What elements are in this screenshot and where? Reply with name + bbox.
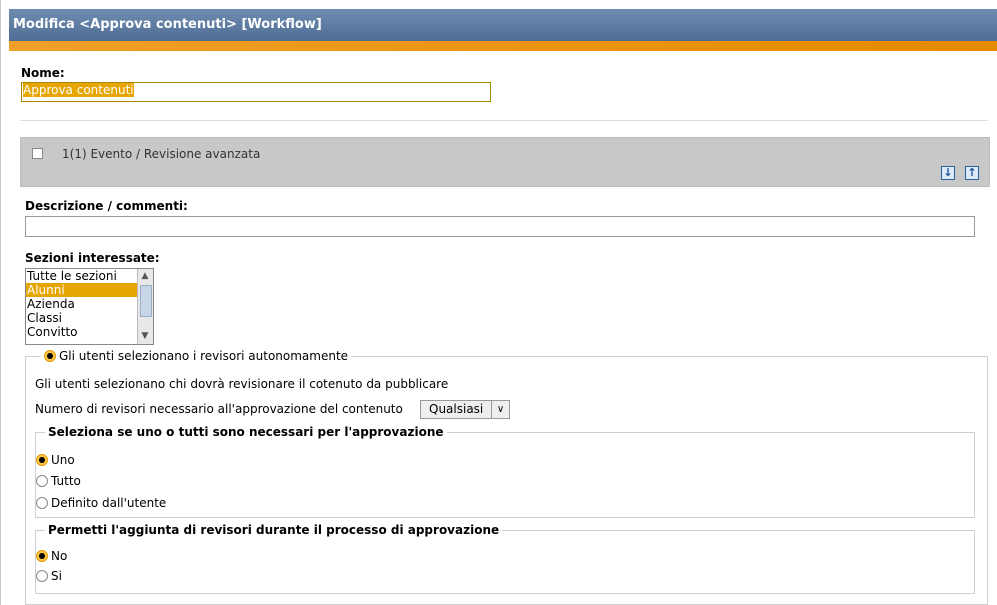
window-title: Modifica <Approva contenuti> [Workflow] [9,9,997,41]
scroll-thumb[interactable] [140,285,152,317]
radio-icon[interactable] [36,475,48,487]
list-item[interactable]: Classi [26,311,139,325]
reviewer-mode-option[interactable]: Gli utenti selezionano i revisori autono… [41,349,352,363]
approval-option-tutto[interactable]: Tutto [36,474,81,488]
arrow-up-icon[interactable]: ↑ [965,166,979,180]
name-label: Nome: [21,66,65,80]
scroll-up-icon[interactable]: ▲ [139,270,151,282]
name-field[interactable]: Approva contenuti [21,82,491,102]
reviewer-count-select[interactable]: Qualsiasi ∨ [420,400,510,419]
list-item[interactable]: Tutte le sezioni [26,269,139,283]
approval-option-label: Definito dall'utente [51,496,167,510]
divider [20,120,988,121]
description-field[interactable] [25,216,975,237]
approval-option-label: Tutto [51,474,81,488]
reviewer-count-label: Numero di revisori necessario all'approv… [35,402,403,416]
workflow-step-panel: 1(1) Evento / Revisione avanzata ↓ ↑ [20,137,990,187]
add-reviewers-option-si[interactable]: Si [36,569,62,583]
add-reviewers-fieldset [35,530,975,594]
sections-listbox[interactable]: Tutte le sezioni Alunni Azienda Classi C… [25,268,154,345]
radio-icon[interactable] [36,497,48,509]
arrow-down-icon[interactable]: ↓ [941,166,955,180]
approval-option-definito[interactable]: Definito dall'utente [36,496,166,510]
add-reviewers-legend: Permetti l'aggiunta di revisori durante … [45,523,503,537]
radio-icon[interactable] [36,570,48,582]
approval-option-label: Uno [51,453,75,467]
approval-option-uno[interactable]: Uno [36,453,75,467]
app-frame: Modifica <Approva contenuti> [Workflow] … [0,0,997,605]
name-field-value: Approva contenuti [23,83,134,97]
step-checkbox[interactable] [32,148,43,159]
approval-legend: Seleziona se uno o tutti sono necessari … [45,425,447,439]
sections-label: Sezioni interessate: [25,251,160,265]
step-label: 1(1) Evento / Revisione avanzata [62,147,261,161]
chevron-down-icon: ∨ [491,401,509,418]
approval-fieldset [35,432,975,518]
reviewer-mode-label: Gli utenti selezionano i revisori autono… [59,349,349,363]
description-label: Descrizione / commenti: [25,199,188,213]
list-item[interactable]: Convitto [26,325,139,339]
title-accent-bar [9,41,997,51]
radio-selected-icon[interactable] [44,350,56,362]
add-reviewers-option-label: Si [51,569,62,583]
radio-selected-icon[interactable] [36,454,48,466]
listbox-scrollbar[interactable]: ▲ ▼ [137,269,153,344]
reviewer-count-value: Qualsiasi [429,402,484,416]
reviewer-info-text: Gli utenti selezionano chi dovrà revisio… [35,377,449,391]
add-reviewers-option-label: No [51,549,68,563]
list-item[interactable]: Alunni [26,283,139,297]
scroll-down-icon[interactable]: ▼ [139,330,151,342]
add-reviewers-option-no[interactable]: No [36,549,67,563]
list-item[interactable]: Azienda [26,297,139,311]
radio-selected-icon[interactable] [36,550,48,562]
